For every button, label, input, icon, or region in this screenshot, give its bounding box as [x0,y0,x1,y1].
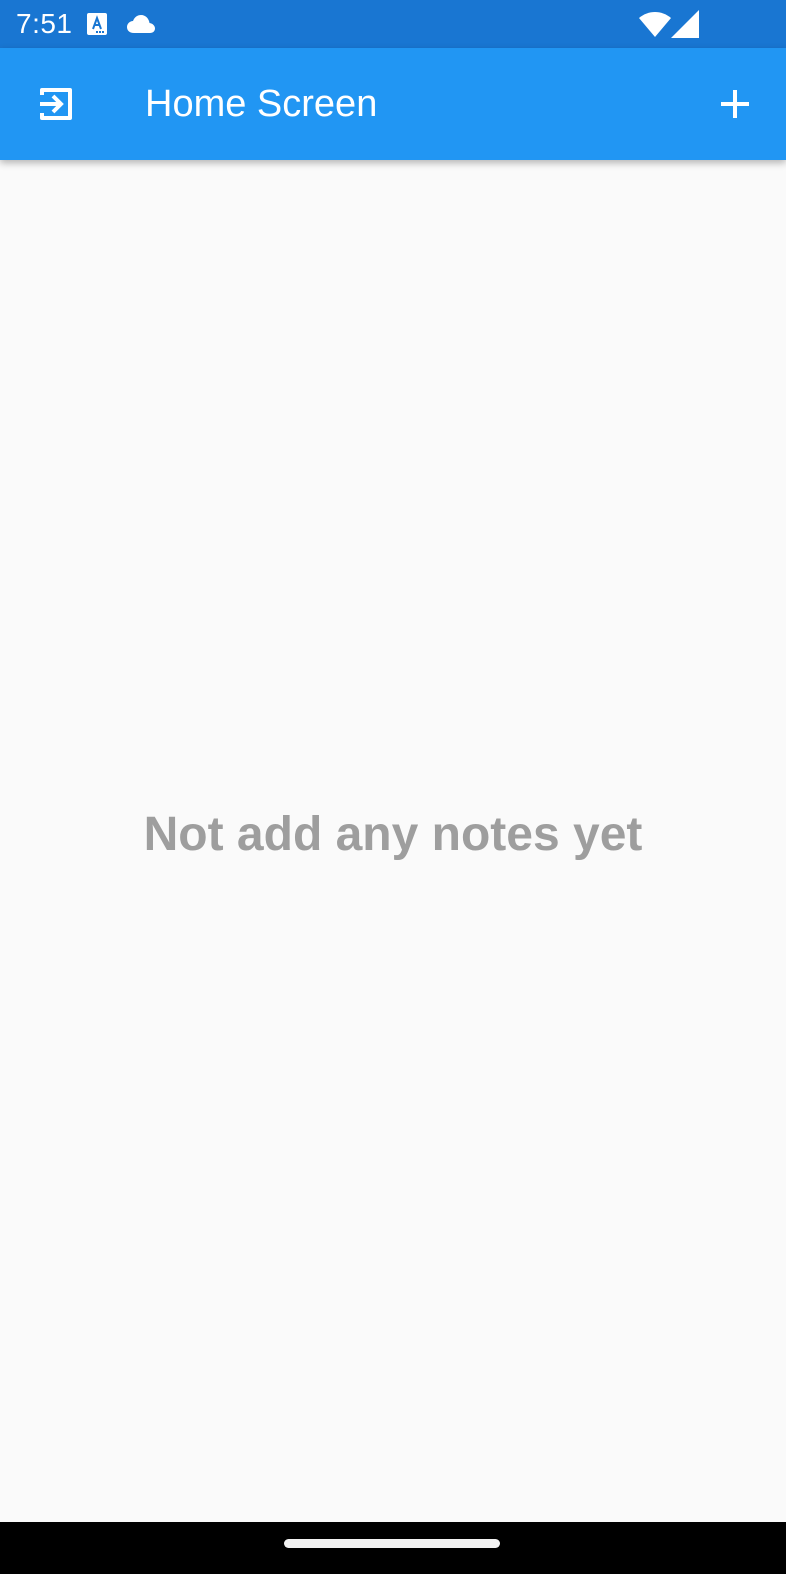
home-gesture-handle[interactable] [284,1539,500,1548]
empty-state-message: Not add any notes yet [143,808,643,861]
add-note-button[interactable] [699,68,771,140]
notes-list-area: Not add any notes yet [0,160,786,1522]
status-time: 7:51 [16,8,73,39]
logout-icon [40,88,72,120]
cloud-icon [127,15,155,33]
status-bar: 7:51 [0,0,786,48]
logout-button[interactable] [20,68,92,140]
translate-a-icon [87,13,107,35]
add-icon [721,90,749,118]
system-navigation-bar [0,1522,786,1574]
wifi-icon [639,12,671,37]
page-title: Home Screen [145,83,378,125]
app-bar: Home Screen [0,48,786,160]
cellular-signal-icon [671,10,699,38]
